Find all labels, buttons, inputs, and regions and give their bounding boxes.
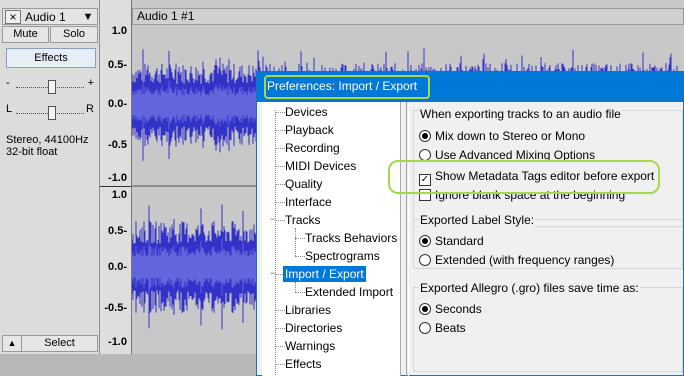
tree-connector [295, 282, 296, 292]
pan-right-label: R [86, 103, 94, 115]
extended-label: Extended (with frequency ranges) [435, 253, 615, 267]
tree-item-devices[interactable]: Devices [283, 104, 330, 120]
dialog-titlebar[interactable]: Preferences: Import / Export [257, 72, 684, 102]
beats-radio[interactable] [419, 322, 431, 334]
gain-minus-label: - [6, 77, 10, 89]
gain-slider-thumb[interactable] [48, 80, 56, 94]
tree-item-interface[interactable]: Interface [283, 194, 334, 210]
beats-label: Beats [435, 321, 466, 335]
tree-item-tracks-behaviors[interactable]: Tracks Behaviors [303, 230, 399, 246]
tree-collapse-icon[interactable]: − [270, 215, 279, 224]
tree-item-spectrograms[interactable]: Spectrograms [303, 248, 382, 264]
ruler-label-lower-neg-half: -0.5- [104, 302, 127, 314]
ruler-label-lower-half: 0.5- [108, 225, 127, 237]
track-format-rate: Stereo, 44100Hz [6, 134, 89, 146]
tree-item-effects[interactable]: Effects [283, 356, 323, 372]
tree-connector [275, 110, 276, 376]
channel-separator [100, 186, 131, 187]
extended-option[interactable]: Extended (with frequency ranges) [419, 252, 614, 268]
gain-slider[interactable]: - + [6, 77, 94, 94]
standard-option[interactable]: Standard [419, 233, 484, 249]
tree-connector [295, 228, 296, 256]
tree-collapse-icon[interactable]: − [270, 269, 279, 278]
seconds-label: Seconds [435, 302, 482, 316]
tree-item-midi-devices[interactable]: MIDI Devices [283, 158, 358, 174]
solo-button[interactable]: Solo [50, 26, 98, 43]
track-name-menu[interactable]: Audio 1 [25, 10, 66, 24]
standard-label: Standard [435, 234, 484, 248]
allegro-label: Exported Allegro (.gro) files save time … [419, 281, 640, 295]
export-options-label: When exporting tracks to an audio file [419, 107, 622, 121]
tree-item-libraries[interactable]: Libraries [283, 302, 333, 318]
ruler-label-lower-zero: 0.0- [108, 261, 127, 273]
ruler-label-upper-neg-half: -0.5 [108, 139, 127, 151]
preferences-category-tree: Devices Playback Recording MIDI Devices Qual… [262, 102, 401, 376]
effects-button[interactable]: Effects [6, 48, 96, 68]
tree-item-recording[interactable]: Recording [283, 140, 342, 156]
panel-splitter[interactable] [406, 102, 409, 376]
track-menu-dropdown-icon[interactable]: ▼ [81, 11, 95, 23]
extended-radio[interactable] [419, 254, 431, 266]
mix-down-option[interactable]: Mix down to Stereo or Mono [419, 128, 585, 144]
select-track-button[interactable]: Select [21, 336, 97, 351]
title-highlight-annotation [264, 75, 430, 99]
label-style-label: Exported Label Style: [419, 213, 536, 227]
mix-down-radio[interactable] [419, 130, 431, 142]
pan-slider[interactable]: L R [6, 103, 94, 120]
track-header: × Audio 1 ▼ [2, 8, 98, 25]
track-format-info: Stereo, 44100Hz 32-bit float [6, 134, 89, 158]
mute-button[interactable]: Mute [2, 26, 49, 43]
pan-left-label: L [6, 103, 13, 115]
tree-item-playback[interactable]: Playback [283, 122, 336, 138]
clip-title-bar[interactable]: Audio 1 #1 [132, 8, 684, 25]
pan-slider-thumb[interactable] [48, 106, 56, 120]
gain-plus-label: + [87, 77, 94, 89]
standard-radio[interactable] [419, 235, 431, 247]
ruler-label-upper-half: 0.5- [108, 59, 127, 71]
tree-item-tracks[interactable]: Tracks [283, 212, 323, 228]
track-select-bar: ▲ Select [2, 335, 98, 352]
ruler-label-upper-zero: 0.0- [108, 98, 127, 110]
import-export-panel: When exporting tracks to an audio file M… [411, 102, 684, 376]
track-format-depth: 32-bit float [6, 146, 58, 158]
ruler-label-lower-bottom: -1.0 [108, 336, 127, 348]
track-control-panel: × Audio 1 ▼ Mute Solo Effects - + L R St… [0, 0, 100, 354]
collapse-track-icon[interactable]: ▲ [5, 336, 19, 351]
preferences-dialog: Preferences: Import / Export Devices Play… [256, 71, 684, 376]
tree-item-warnings[interactable]: Warnings [283, 338, 337, 354]
tree-item-import-export[interactable]: Import / Export [283, 266, 366, 282]
tree-item-directories[interactable]: Directories [283, 320, 344, 336]
tree-item-quality[interactable]: Quality [283, 176, 324, 192]
vertical-amplitude-ruler[interactable]: 1.0 0.5- 0.0- -0.5 -1.0 1.0 0.5- 0.0- -0… [100, 0, 132, 354]
seconds-option[interactable]: Seconds [419, 301, 482, 317]
mix-down-label: Mix down to Stereo or Mono [435, 129, 586, 143]
ruler-label-lower-top: 1.0 [111, 189, 127, 201]
seconds-radio[interactable] [419, 303, 431, 315]
track-close-button[interactable]: × [5, 10, 21, 24]
beats-option[interactable]: Beats [419, 320, 466, 336]
tree-item-extended-import[interactable]: Extended Import [303, 284, 395, 300]
ruler-label-upper-bottom: -1.0 [108, 172, 127, 184]
ruler-label-upper-top: 1.0 [111, 25, 127, 37]
metadata-highlight-annotation [388, 160, 660, 194]
